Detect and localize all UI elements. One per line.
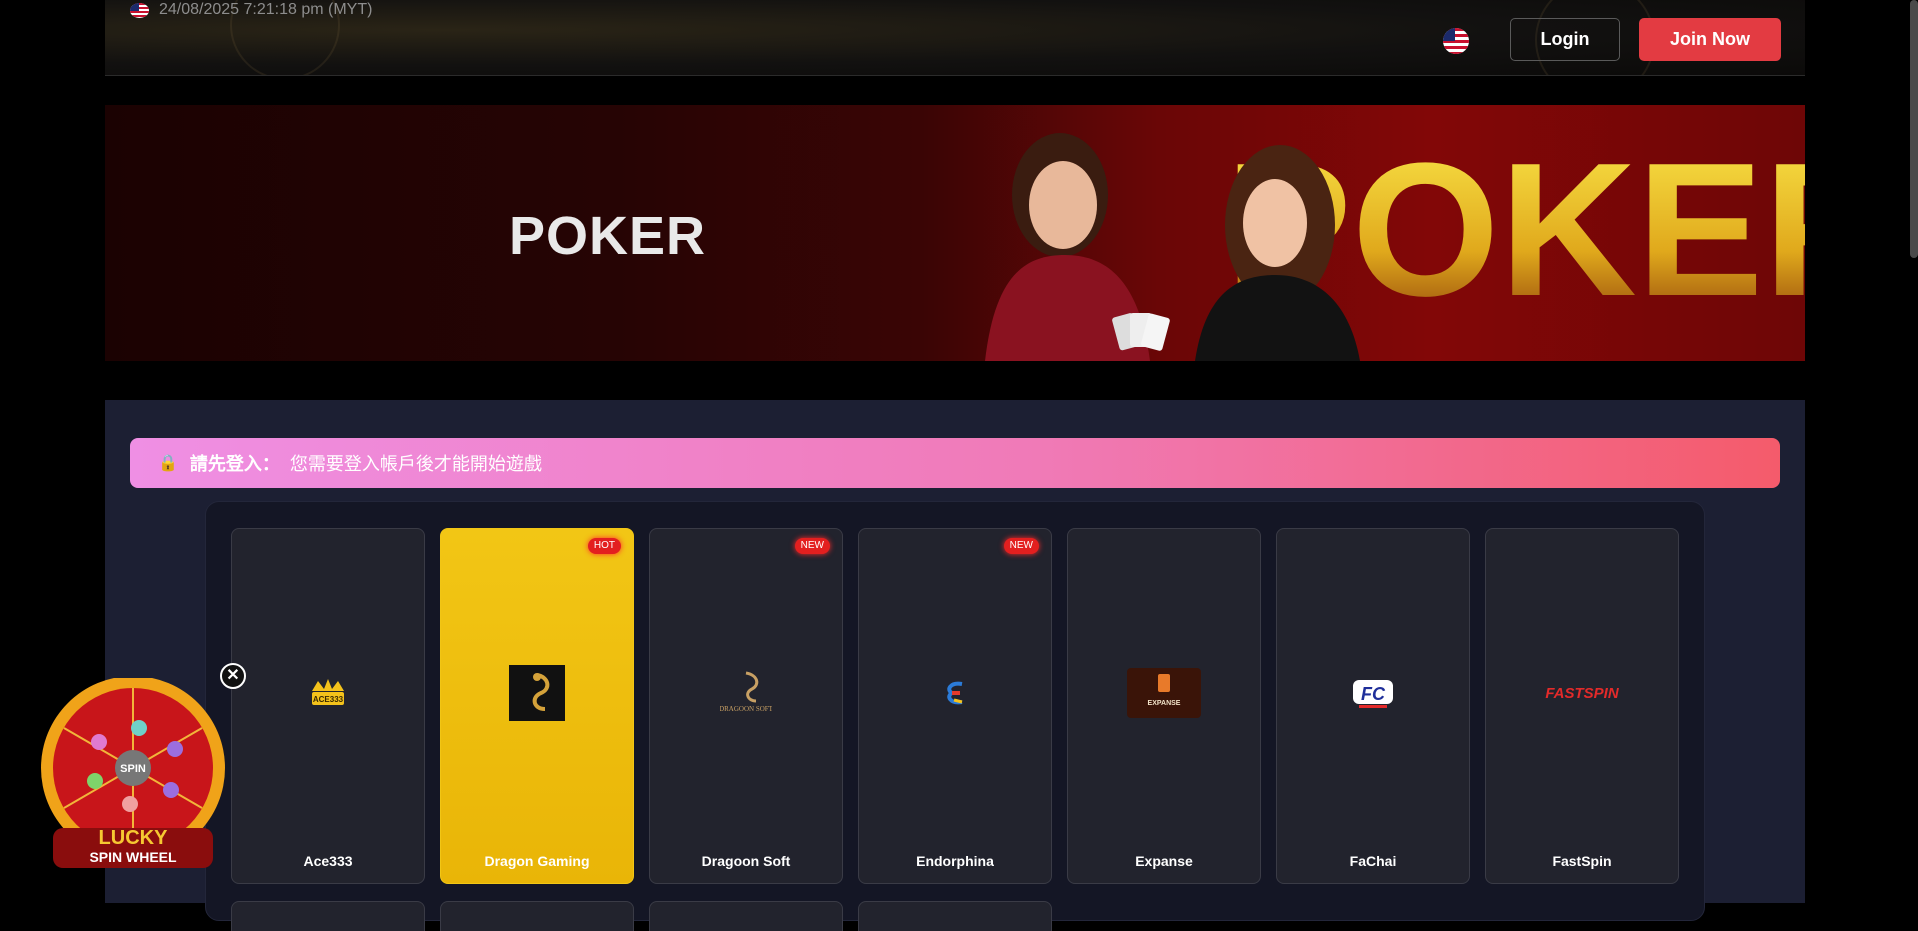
login-required-notice: 🔒 請先登入： 您需要登入帳戶後才能開始遊戲: [130, 438, 1780, 488]
lock-icon: 🔒: [158, 455, 178, 472]
notice-label: 請先登入：: [189, 454, 280, 474]
datetime-display: 24/08/2025 7:21:18 pm (MYT): [130, 0, 372, 20]
us-flag-icon: [130, 2, 149, 18]
fastspin-logo-icon: FASTSPIN: [1544, 682, 1620, 704]
poker-banner: POKER POKER: [105, 105, 1805, 361]
provider-card-ace333[interactable]: ACE333 Ace333: [231, 528, 425, 884]
svg-text:LUCKY: LUCKY: [99, 827, 169, 849]
svg-text:SPIN: SPIN: [120, 763, 146, 775]
provider-card-fachai[interactable]: FC FaChai: [1276, 528, 1470, 884]
new-badge: NEW: [794, 538, 830, 554]
notice-message: 您需要登入帳戶後才能開始遊戲: [289, 454, 542, 474]
provider-card-expanse[interactable]: EXPANSE Expanse: [1067, 528, 1261, 884]
provider-name: Endorphina: [916, 853, 994, 869]
page-scrollbar[interactable]: [1910, 0, 1918, 903]
join-now-button[interactable]: Join Now: [1639, 18, 1781, 61]
svg-text:EXPANSE: EXPANSE: [1148, 700, 1181, 707]
top-header: 24/08/2025 7:21:18 pm (MYT) Login Join N…: [105, 0, 1805, 76]
provider-card-endorphina[interactable]: NEW Endorphina: [858, 528, 1052, 884]
hot-badge: HOT: [587, 538, 621, 554]
provider-name: Ace333: [303, 853, 353, 869]
provider-card-partial[interactable]: [649, 901, 843, 931]
expanse-logo-icon: EXPANSE: [1127, 668, 1201, 718]
provider-name: Expanse: [1135, 853, 1193, 869]
provider-name: FaChai: [1349, 853, 1397, 869]
banner-art-image: POKER: [985, 124, 1805, 361]
svg-text:SPIN WHEEL: SPIN WHEEL: [89, 849, 177, 865]
provider-card-partial[interactable]: [440, 901, 634, 931]
provider-name: Dragon Gaming: [484, 853, 590, 869]
banner-title: POKER: [509, 206, 707, 266]
provider-card-partial[interactable]: [231, 901, 425, 931]
provider-name: Dragoon Soft: [701, 853, 791, 869]
provider-card-fastspin[interactable]: FASTSPIN FastSpin: [1485, 528, 1679, 884]
ace333-logo-icon: ACE333: [308, 677, 348, 709]
datetime-text: 24/08/2025 7:21:18 pm (MYT): [159, 1, 373, 18]
provider-card-dragon-gaming[interactable]: HOT Dragon Gaming: [440, 528, 634, 884]
svg-text:FASTSPIN: FASTSPIN: [1545, 685, 1620, 702]
game-content-area: 🔒 請先登入： 您需要登入帳戶後才能開始遊戲 ACE333 Ace333 HOT: [105, 400, 1805, 931]
scrollbar-thumb[interactable]: [1910, 0, 1918, 258]
dragon-gaming-logo-icon: [509, 665, 565, 721]
svg-text:FC: FC: [1361, 684, 1386, 704]
endorphina-logo-icon: [940, 678, 970, 708]
close-spin-wheel-button[interactable]: ✕: [220, 663, 246, 689]
provider-card-partial[interactable]: [858, 901, 1052, 931]
new-badge: NEW: [1003, 538, 1039, 554]
login-button[interactable]: Login: [1510, 18, 1620, 61]
fachai-logo-icon: FC: [1351, 676, 1395, 710]
provider-card-dragoon-soft[interactable]: NEW DRAGOON SOFT Dragoon Soft: [649, 528, 843, 884]
svg-text:ACE333: ACE333: [313, 695, 344, 704]
language-selector-flag-icon[interactable]: [1443, 28, 1469, 54]
svg-text:DRAGOON SOFT: DRAGOON SOFT: [720, 705, 772, 713]
lucky-spin-wheel-widget[interactable]: SPIN LUCKY SPIN WHEEL: [33, 678, 238, 873]
dragoon-soft-logo-icon: DRAGOON SOFT: [720, 667, 772, 719]
provider-name: FastSpin: [1552, 853, 1612, 869]
provider-grid: ACE333 Ace333 HOT Dragon Gaming NEW DRAG…: [205, 501, 1705, 931]
